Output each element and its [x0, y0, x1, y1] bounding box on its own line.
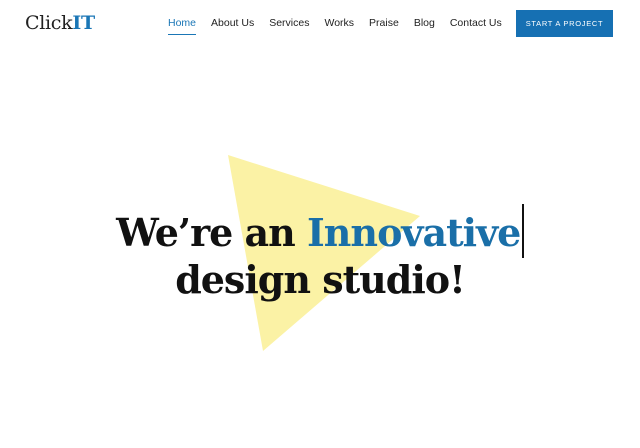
headline-prefix: We’re an	[116, 210, 308, 255]
hero-headline: We’re an Innovative design studio!	[0, 204, 640, 302]
nav-link-works[interactable]: Works	[324, 15, 354, 31]
nav-link-contact-us[interactable]: Contact Us	[450, 15, 502, 31]
nav-link-home[interactable]: Home	[168, 15, 197, 35]
text-cursor	[522, 204, 524, 258]
logo[interactable]: ClickIT	[25, 10, 95, 36]
nav-link-about-us[interactable]: About Us	[211, 15, 254, 31]
nav-link-services[interactable]: Services	[269, 15, 309, 31]
site-header: ClickIT Home About Us Services Works Pra…	[0, 0, 640, 48]
logo-text-it: IT	[72, 12, 95, 34]
hero-section: We’re an Innovative design studio!	[0, 48, 640, 448]
start-project-button[interactable]: START A PROJECT	[516, 10, 613, 37]
headline-accent-word: Innovative	[307, 210, 521, 255]
nav-link-praise[interactable]: Praise	[369, 15, 399, 31]
logo-text-click: Click	[25, 12, 73, 34]
main-nav: Home About Us Services Works Praise Blog…	[168, 15, 517, 35]
headline-line2: design studio!	[175, 257, 466, 302]
nav-link-blog[interactable]: Blog	[414, 15, 435, 31]
